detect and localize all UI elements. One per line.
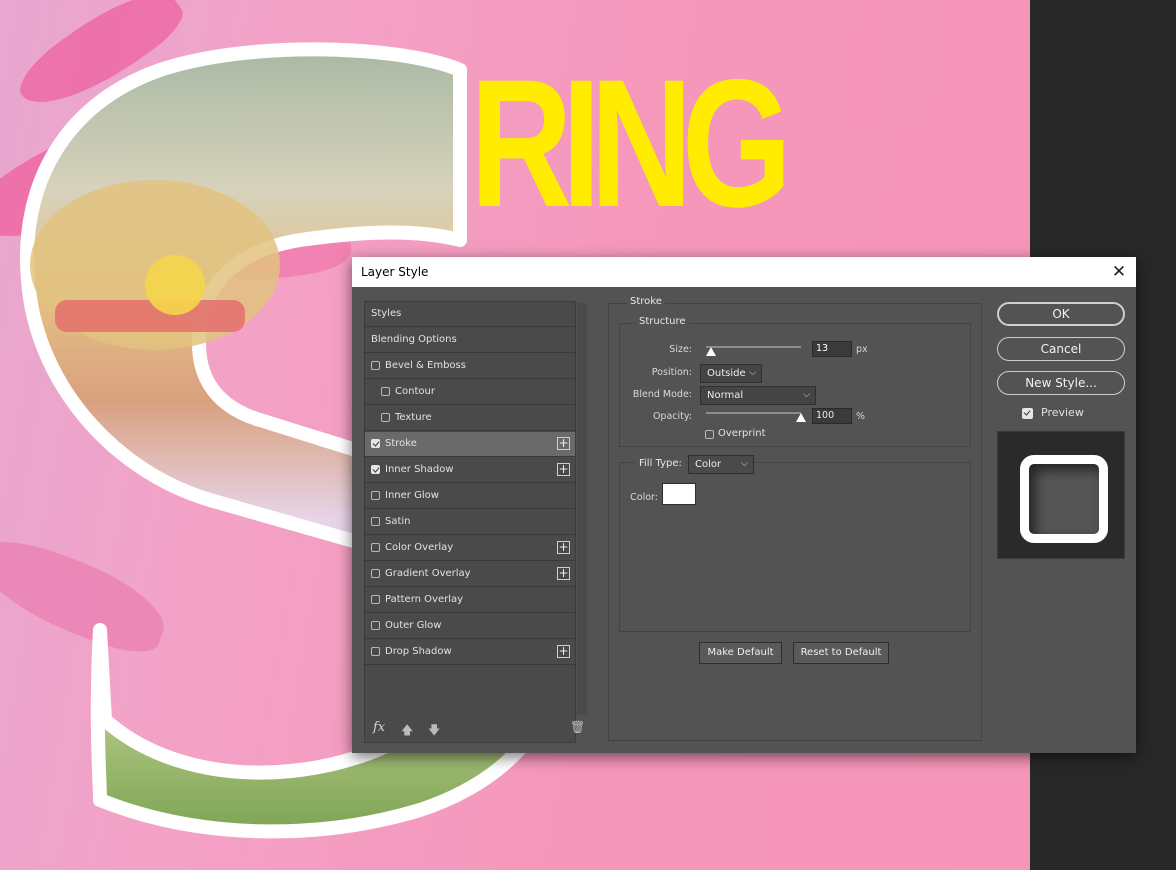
style-item-contour[interactable]: Contour bbox=[365, 380, 575, 405]
stroke-color-swatch[interactable] bbox=[662, 483, 696, 505]
preview-checkbox[interactable] bbox=[1022, 408, 1033, 419]
opacity-unit: % bbox=[856, 411, 866, 422]
chevron-down-icon: ⌵ bbox=[749, 368, 756, 378]
style-item-label: Styles bbox=[371, 308, 402, 319]
add-style-plus-icon[interactable]: + bbox=[557, 463, 570, 476]
style-item-label: Blending Options bbox=[371, 334, 457, 345]
reset-to-default-button[interactable]: Reset to Default bbox=[793, 642, 889, 664]
add-style-plus-icon[interactable]: + bbox=[557, 645, 570, 658]
chevron-down-icon: ⌵ bbox=[741, 459, 748, 469]
style-item-blending-options[interactable]: Blending Options bbox=[365, 328, 575, 353]
fill-type-value: Color bbox=[695, 459, 722, 470]
structure-title: Structure bbox=[636, 316, 689, 327]
close-icon[interactable]: ✕ bbox=[1108, 261, 1130, 283]
opacity-slider[interactable] bbox=[706, 412, 801, 414]
blend-mode-dropdown[interactable]: Normal ⌵ bbox=[700, 386, 816, 405]
style-item-satin[interactable]: Satin bbox=[365, 510, 575, 535]
structure-group: Structure Size: 13 px Position: Outside … bbox=[619, 316, 971, 447]
add-style-plus-icon[interactable]: + bbox=[557, 567, 570, 580]
arrow-up-icon[interactable]: 🡅 bbox=[401, 721, 413, 742]
style-checkbox[interactable] bbox=[371, 569, 380, 578]
style-checkbox[interactable] bbox=[371, 491, 380, 500]
chevron-down-icon: ⌵ bbox=[803, 390, 810, 400]
overprint-checkbox[interactable] bbox=[705, 430, 714, 439]
fill-type-group: Fill Type: Color ⌵ Color: bbox=[619, 455, 971, 632]
position-value: Outside bbox=[707, 368, 746, 379]
style-item-styles[interactable]: Styles bbox=[365, 302, 575, 327]
fill-type-label: Fill Type: bbox=[636, 458, 685, 469]
style-item-label: Texture bbox=[395, 412, 432, 423]
style-item-label: Stroke bbox=[385, 438, 417, 449]
styles-list-footer: fx 🡅 🡇 🗑 bbox=[365, 714, 585, 742]
preview-thumbnail bbox=[1020, 455, 1108, 543]
trash-icon[interactable]: 🗑 bbox=[570, 720, 585, 734]
position-dropdown[interactable]: Outside ⌵ bbox=[700, 364, 762, 383]
dialog-title: Layer Style bbox=[361, 265, 429, 279]
style-checkbox[interactable] bbox=[371, 621, 380, 630]
styles-list: Styles Blending Options Bevel & Emboss Cont… bbox=[364, 301, 587, 743]
fx-icon[interactable]: fx bbox=[373, 720, 385, 735]
style-item-label: Bevel & Emboss bbox=[385, 360, 466, 371]
style-item-label: Outer Glow bbox=[385, 620, 442, 631]
style-item-drop-shadow[interactable]: Drop Shadow + bbox=[365, 640, 575, 665]
style-checkbox[interactable] bbox=[371, 361, 380, 370]
style-item-pattern-overlay[interactable]: Pattern Overlay bbox=[365, 588, 575, 613]
new-style-button[interactable]: New Style... bbox=[997, 371, 1125, 395]
style-checkbox[interactable] bbox=[371, 439, 380, 448]
styles-list-scrollbar[interactable] bbox=[577, 303, 587, 715]
style-item-color-overlay[interactable]: Color Overlay + bbox=[365, 536, 575, 561]
style-item-stroke[interactable]: Stroke + bbox=[365, 432, 575, 457]
stroke-settings-panel: Stroke Structure Size: 13 px Position: O… bbox=[608, 296, 982, 741]
style-item-label: Color Overlay bbox=[385, 542, 454, 553]
stroke-section-title: Stroke bbox=[627, 296, 665, 307]
sunflower bbox=[145, 255, 205, 315]
style-item-label: Satin bbox=[385, 516, 411, 527]
style-checkbox[interactable] bbox=[381, 387, 390, 396]
style-item-texture[interactable]: Texture bbox=[365, 406, 575, 431]
style-preview bbox=[997, 431, 1125, 559]
overprint-label: Overprint bbox=[718, 428, 766, 439]
blend-mode-value: Normal bbox=[707, 390, 744, 401]
style-item-label: Inner Shadow bbox=[385, 464, 454, 475]
style-item-label: Drop Shadow bbox=[385, 646, 452, 657]
style-item-inner-shadow[interactable]: Inner Shadow + bbox=[365, 458, 575, 483]
fill-type-dropdown[interactable]: Color ⌵ bbox=[688, 455, 754, 474]
opacity-label: Opacity: bbox=[652, 411, 692, 422]
opacity-input[interactable]: 100 bbox=[812, 408, 852, 424]
size-unit: px bbox=[856, 344, 868, 355]
size-slider-thumb[interactable] bbox=[705, 347, 716, 356]
size-label: Size: bbox=[669, 344, 692, 355]
style-item-label: Inner Glow bbox=[385, 490, 439, 501]
position-label: Position: bbox=[651, 367, 692, 378]
style-checkbox[interactable] bbox=[371, 595, 380, 604]
style-item-bevel-emboss[interactable]: Bevel & Emboss bbox=[365, 354, 575, 379]
size-input[interactable]: 13 bbox=[812, 341, 852, 357]
ok-button[interactable]: OK bbox=[997, 302, 1125, 326]
cancel-button[interactable]: Cancel bbox=[997, 337, 1125, 361]
style-checkbox[interactable] bbox=[371, 517, 380, 526]
blend-mode-label: Blend Mode: bbox=[632, 389, 692, 400]
style-item-label: Pattern Overlay bbox=[385, 594, 464, 605]
style-item-inner-glow[interactable]: Inner Glow bbox=[365, 484, 575, 509]
arrow-down-icon[interactable]: 🡇 bbox=[428, 721, 440, 742]
color-label: Color: bbox=[630, 492, 658, 503]
style-checkbox[interactable] bbox=[381, 413, 390, 422]
style-item-outer-glow[interactable]: Outer Glow bbox=[365, 614, 575, 639]
spring-headline-text: RING bbox=[470, 41, 792, 245]
dialog-titlebar[interactable]: Layer Style ✕ bbox=[352, 257, 1136, 287]
make-default-button[interactable]: Make Default bbox=[699, 642, 782, 664]
style-item-label: Contour bbox=[395, 386, 435, 397]
add-style-plus-icon[interactable]: + bbox=[557, 437, 570, 450]
style-item-label: Gradient Overlay bbox=[385, 568, 471, 579]
style-item-gradient-overlay[interactable]: Gradient Overlay + bbox=[365, 562, 575, 587]
layer-style-dialog: Layer Style ✕ Styles Blending Options Beve… bbox=[352, 257, 1136, 753]
style-checkbox[interactable] bbox=[371, 647, 380, 656]
add-style-plus-icon[interactable]: + bbox=[557, 541, 570, 554]
style-checkbox[interactable] bbox=[371, 543, 380, 552]
preview-label: Preview bbox=[1041, 406, 1084, 419]
size-slider[interactable] bbox=[706, 346, 801, 348]
style-checkbox[interactable] bbox=[371, 465, 380, 474]
opacity-slider-thumb[interactable] bbox=[796, 413, 806, 422]
hat-ribbon bbox=[55, 300, 245, 332]
